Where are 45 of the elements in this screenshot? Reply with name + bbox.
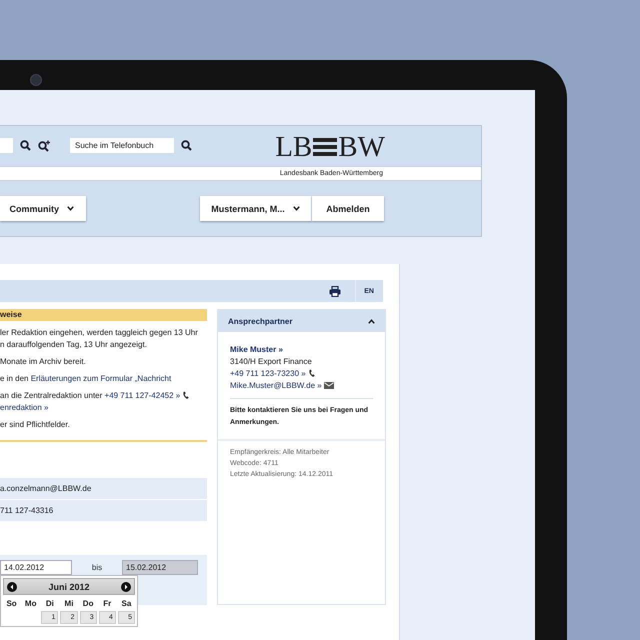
logo-text: LB	[275, 132, 312, 162]
notice-heading: weise	[0, 309, 207, 321]
printer-icon[interactable]	[329, 286, 342, 296]
menu-button[interactable]: Community	[0, 196, 86, 221]
field-value: 711 127-43316	[0, 500, 207, 522]
weekday-label: So	[5, 598, 18, 610]
email-link[interactable]: Mike.Muster@LBBW.de »	[230, 381, 322, 390]
notice-paragraph: Monate im Archiv bereit.	[0, 356, 87, 368]
department-text: 3140/H Export Finance	[230, 356, 313, 368]
logout-button[interactable]: Abmelden	[312, 196, 384, 221]
contact-name-link[interactable]: Mike Muster »	[230, 344, 373, 356]
chevron-down-icon	[67, 206, 74, 211]
separator-label: bis	[90, 563, 104, 572]
weekday-label: Di	[44, 598, 55, 610]
chevron-down-icon	[292, 206, 300, 211]
search-icon[interactable]	[20, 140, 31, 151]
panel-title: Ansprechpartner	[228, 316, 292, 326]
link[interactable]: Erläuterungen zum Formular „Nachricht	[30, 374, 172, 383]
mail-icon	[324, 382, 334, 390]
weekday-label: Fr	[102, 598, 112, 610]
notice-paragraph: an die Zentralredaktion unter +49 711 127-42452 » enredaktion »	[0, 390, 207, 414]
logo-text: BW	[338, 132, 385, 162]
weekday-label: Do	[82, 598, 94, 610]
weekday-label: Mi	[64, 598, 74, 610]
zoom-in-icon[interactable]	[38, 140, 51, 152]
weekday-label: Mo	[24, 598, 38, 610]
phone-icon	[308, 369, 316, 378]
phonebook-search-field[interactable]: Suche im Telefonbuch	[70, 138, 174, 153]
notice-paragraph: e in den Erläuterungen zum Formular „Nachricht	[0, 373, 172, 385]
weekday-label: Sa	[120, 598, 132, 610]
user-menu-button[interactable]: Mustermann, M...	[200, 196, 312, 221]
notice-paragraph: er sind Pflichtfelder.	[0, 419, 71, 431]
date-from-field[interactable]: 14.02.2012	[0, 560, 72, 575]
camera-icon	[30, 74, 42, 86]
calendar-month: Juni 2012	[48, 582, 90, 592]
link[interactable]: enredaktion »	[0, 403, 48, 412]
phone-link[interactable]: +49 711 127-42452 »	[104, 391, 180, 400]
phone-icon	[182, 391, 190, 400]
logo-bars-icon	[313, 137, 338, 157]
phone-link[interactable]: +49 711 123-73230 »	[230, 369, 306, 378]
field-value: a.conzelmann@LBBW.de	[0, 478, 207, 500]
search-field[interactable]	[0, 138, 13, 153]
contact-panel-header[interactable]: Ansprechpartner	[218, 310, 385, 332]
search-icon[interactable]	[181, 140, 192, 151]
notice-paragraph: ler Redaktion eingehen, werden taggleich gegen 13 Uhr n darauffolgenden Tag, 13 Uhr angezeigt.	[0, 327, 199, 351]
